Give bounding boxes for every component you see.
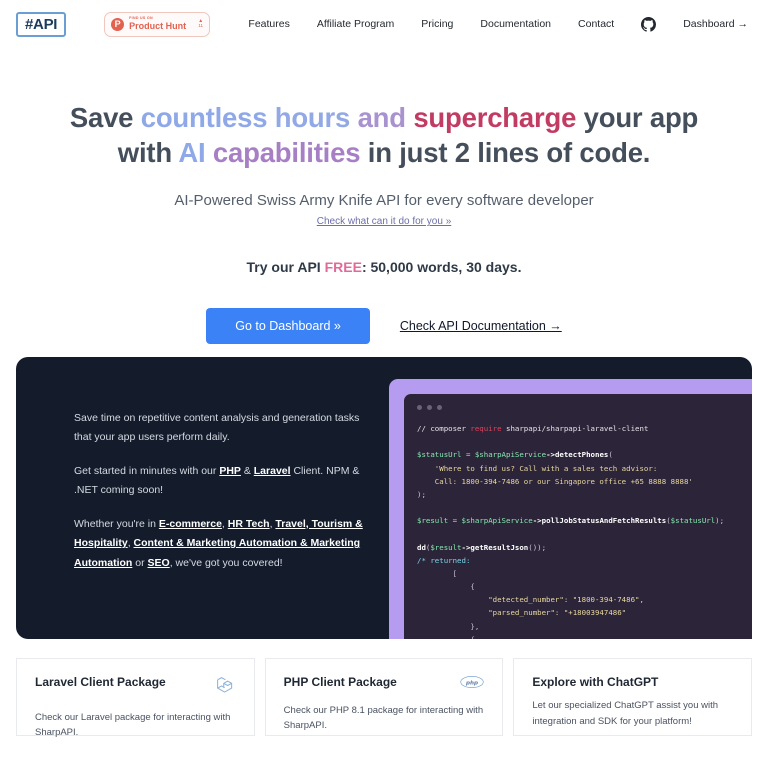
php-icon: php	[460, 675, 484, 694]
card-title: Explore with ChatGPT	[532, 675, 659, 689]
free-trial-prefix: Try our API	[246, 259, 325, 276]
card-description: Check our Laravel package for interactin…	[35, 712, 231, 739]
headline-part-9: capabilities	[205, 137, 361, 169]
headline-part-4: and	[350, 102, 414, 133]
p3-prefix: Whether you're in	[74, 517, 159, 530]
nav-item-dashboard[interactable]: Dashboard →	[683, 18, 748, 30]
card-header: Explore with ChatGPT	[532, 675, 733, 689]
nav-item-documentation[interactable]: Documentation	[480, 18, 551, 30]
product-hunt-name: Product Hunt	[129, 20, 187, 31]
headline-part-2: countless	[140, 102, 268, 133]
free-trial-suffix: : 50,000 words, 30 days.	[361, 259, 522, 276]
headline-part-7: with	[117, 137, 179, 169]
card-header: PHP Client Package php	[284, 675, 485, 694]
feature-paragraph-1: Save time on repetitive content analysis…	[74, 412, 360, 444]
card-title: Laravel Client Package	[35, 675, 166, 689]
nav-item-features[interactable]: Features	[248, 18, 289, 30]
nav-item-affiliate[interactable]: Affiliate Program	[317, 18, 394, 30]
product-hunt-badge[interactable]: P FIND US ON Product Hunt ▲ 11	[104, 11, 211, 37]
page-title: Save countless hours and supercharge you…	[0, 100, 768, 170]
landing-page: #API P FIND US ON Product Hunt ▲ 11 Feat…	[0, 0, 768, 768]
nav-item-contact[interactable]: Contact	[578, 18, 614, 30]
go-to-dashboard-button[interactable]: Go to Dashboard »	[206, 308, 370, 345]
free-badge: FREE	[324, 259, 362, 276]
nav-links: Features Affiliate Program Pricing Docum…	[248, 16, 752, 32]
p2-amp: &	[240, 464, 254, 477]
hero-subheadline: AI-Powered Swiss Army Knife API for ever…	[174, 192, 594, 210]
top-navbar: #API P FIND US ON Product Hunt ▲ 11 Feat…	[0, 0, 768, 48]
product-hunt-upvotes: ▲ 11	[194, 19, 203, 29]
feature-paragraph-2: Get started in minutes with our PHP & La…	[74, 462, 374, 501]
p3-or: or	[132, 556, 148, 569]
card-description: Let our specialized ChatGPT assist you w…	[532, 700, 719, 727]
nav-item-pricing[interactable]: Pricing	[421, 18, 453, 30]
product-hunt-text: FIND US ON Product Hunt	[129, 17, 194, 31]
site-logo[interactable]: #API	[16, 11, 67, 37]
hero-section: Save countless hours and supercharge you…	[0, 48, 768, 345]
github-icon[interactable]	[641, 16, 657, 32]
feature-paragraph-3: Whether you're in E-commerce, HR Tech, T…	[74, 517, 363, 569]
card-explore-with-chatgpt[interactable]: Explore with ChatGPT Let our specialized…	[513, 658, 753, 736]
card-php-client-package[interactable]: PHP Client Package php Check our PHP 8.1…	[264, 658, 504, 736]
feature-panel-text: Save time on repetitive content analysis…	[74, 409, 374, 573]
headline-part-10: in just 2 lines of code.	[360, 137, 651, 169]
product-hunt-count: 11	[198, 23, 204, 29]
tag-hr-tech[interactable]: HR Tech	[228, 518, 270, 530]
minimize-icon[interactable]	[427, 405, 432, 410]
headline-part-5: supercharge	[413, 102, 577, 133]
card-description: Check our PHP 8.1 package for interactin…	[283, 705, 484, 732]
package-cards: Laravel Client Package Check our Laravel…	[16, 658, 753, 738]
php-link[interactable]: PHP	[219, 465, 241, 477]
laravel-icon	[215, 675, 236, 701]
tag-seo[interactable]: SEO	[148, 557, 170, 569]
p3-suffix: , we've got you covered!	[169, 556, 283, 569]
product-hunt-icon: P	[111, 17, 125, 31]
card-laravel-client-package[interactable]: Laravel Client Package Check our Laravel…	[16, 658, 255, 738]
card-header: Laravel Client Package	[35, 675, 236, 701]
cta-row: Go to Dashboard » Check API Documentatio…	[0, 308, 768, 345]
free-trial-text: Try our API FREE: 50,000 words, 30 days.	[0, 259, 768, 275]
code-window: // composer require sharpapi/sharpapi-la…	[404, 394, 752, 639]
laravel-link[interactable]: Laravel	[254, 465, 291, 477]
tag-ecommerce[interactable]: E-commerce	[159, 518, 222, 530]
headline-part-3: hours	[267, 102, 351, 133]
what-can-it-do-link[interactable]: Check what can it do for you »	[317, 216, 452, 227]
code-snippet: // composer require sharpapi/sharpapi-la…	[417, 424, 725, 639]
p2-prefix: Get started in minutes with our	[74, 464, 220, 477]
svg-text:php: php	[465, 680, 478, 686]
check-api-documentation-link[interactable]: Check API Documentation →	[400, 319, 562, 333]
close-icon[interactable]	[417, 405, 422, 410]
window-controls	[417, 405, 442, 410]
card-title: PHP Client Package	[283, 675, 397, 689]
headline-part-1: Save	[69, 102, 141, 133]
headline-part-8: AI	[178, 137, 206, 169]
maximize-icon[interactable]	[437, 405, 442, 410]
headline-part-6: your app	[576, 102, 699, 133]
